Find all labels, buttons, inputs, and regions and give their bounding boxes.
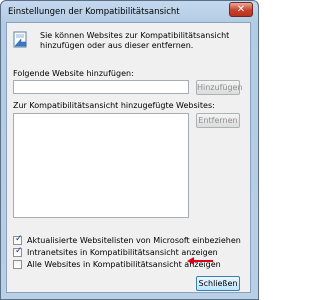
close-icon: ✕ bbox=[236, 4, 246, 15]
add-website-input[interactable] bbox=[13, 80, 189, 94]
annotation-arrow-icon bbox=[187, 257, 213, 265]
checkmark-icon: ✓ bbox=[15, 246, 23, 256]
window-title: Einstellungen der Kompatibilitätsansicht bbox=[8, 7, 180, 17]
close-dialog-button[interactable]: Schließen bbox=[196, 276, 240, 291]
add-website-label-text: Folgende Website hinzufügen: bbox=[13, 69, 134, 78]
document-arrow-icon bbox=[13, 31, 27, 48]
added-websites-list[interactable] bbox=[13, 113, 189, 218]
add-button[interactable]: Hinzufügen bbox=[196, 80, 243, 95]
added-websites-label: Zur Kompatibilitätsansicht hinzugefügte … bbox=[13, 101, 215, 110]
info-text: Sie können Websites zur Kompatibilitätsa… bbox=[40, 31, 230, 50]
checkmark-icon: ✓ bbox=[15, 234, 23, 244]
checkbox-all-websites[interactable] bbox=[13, 260, 22, 269]
title-bar[interactable]: Einstellungen der Kompatibilitätsansicht… bbox=[1, 1, 258, 23]
checkbox-microsoft-lists[interactable]: ✓ bbox=[13, 234, 23, 245]
checkbox-intranet-sites[interactable]: ✓ bbox=[13, 246, 23, 257]
remove-button[interactable]: Entfernen bbox=[196, 113, 240, 128]
option-label: Aktualisierte Websitelisten von Microsof… bbox=[27, 236, 241, 245]
window-close-button[interactable]: ✕ bbox=[229, 2, 253, 17]
add-website-label: Folgende Website hinzufügen: bbox=[13, 69, 134, 78]
